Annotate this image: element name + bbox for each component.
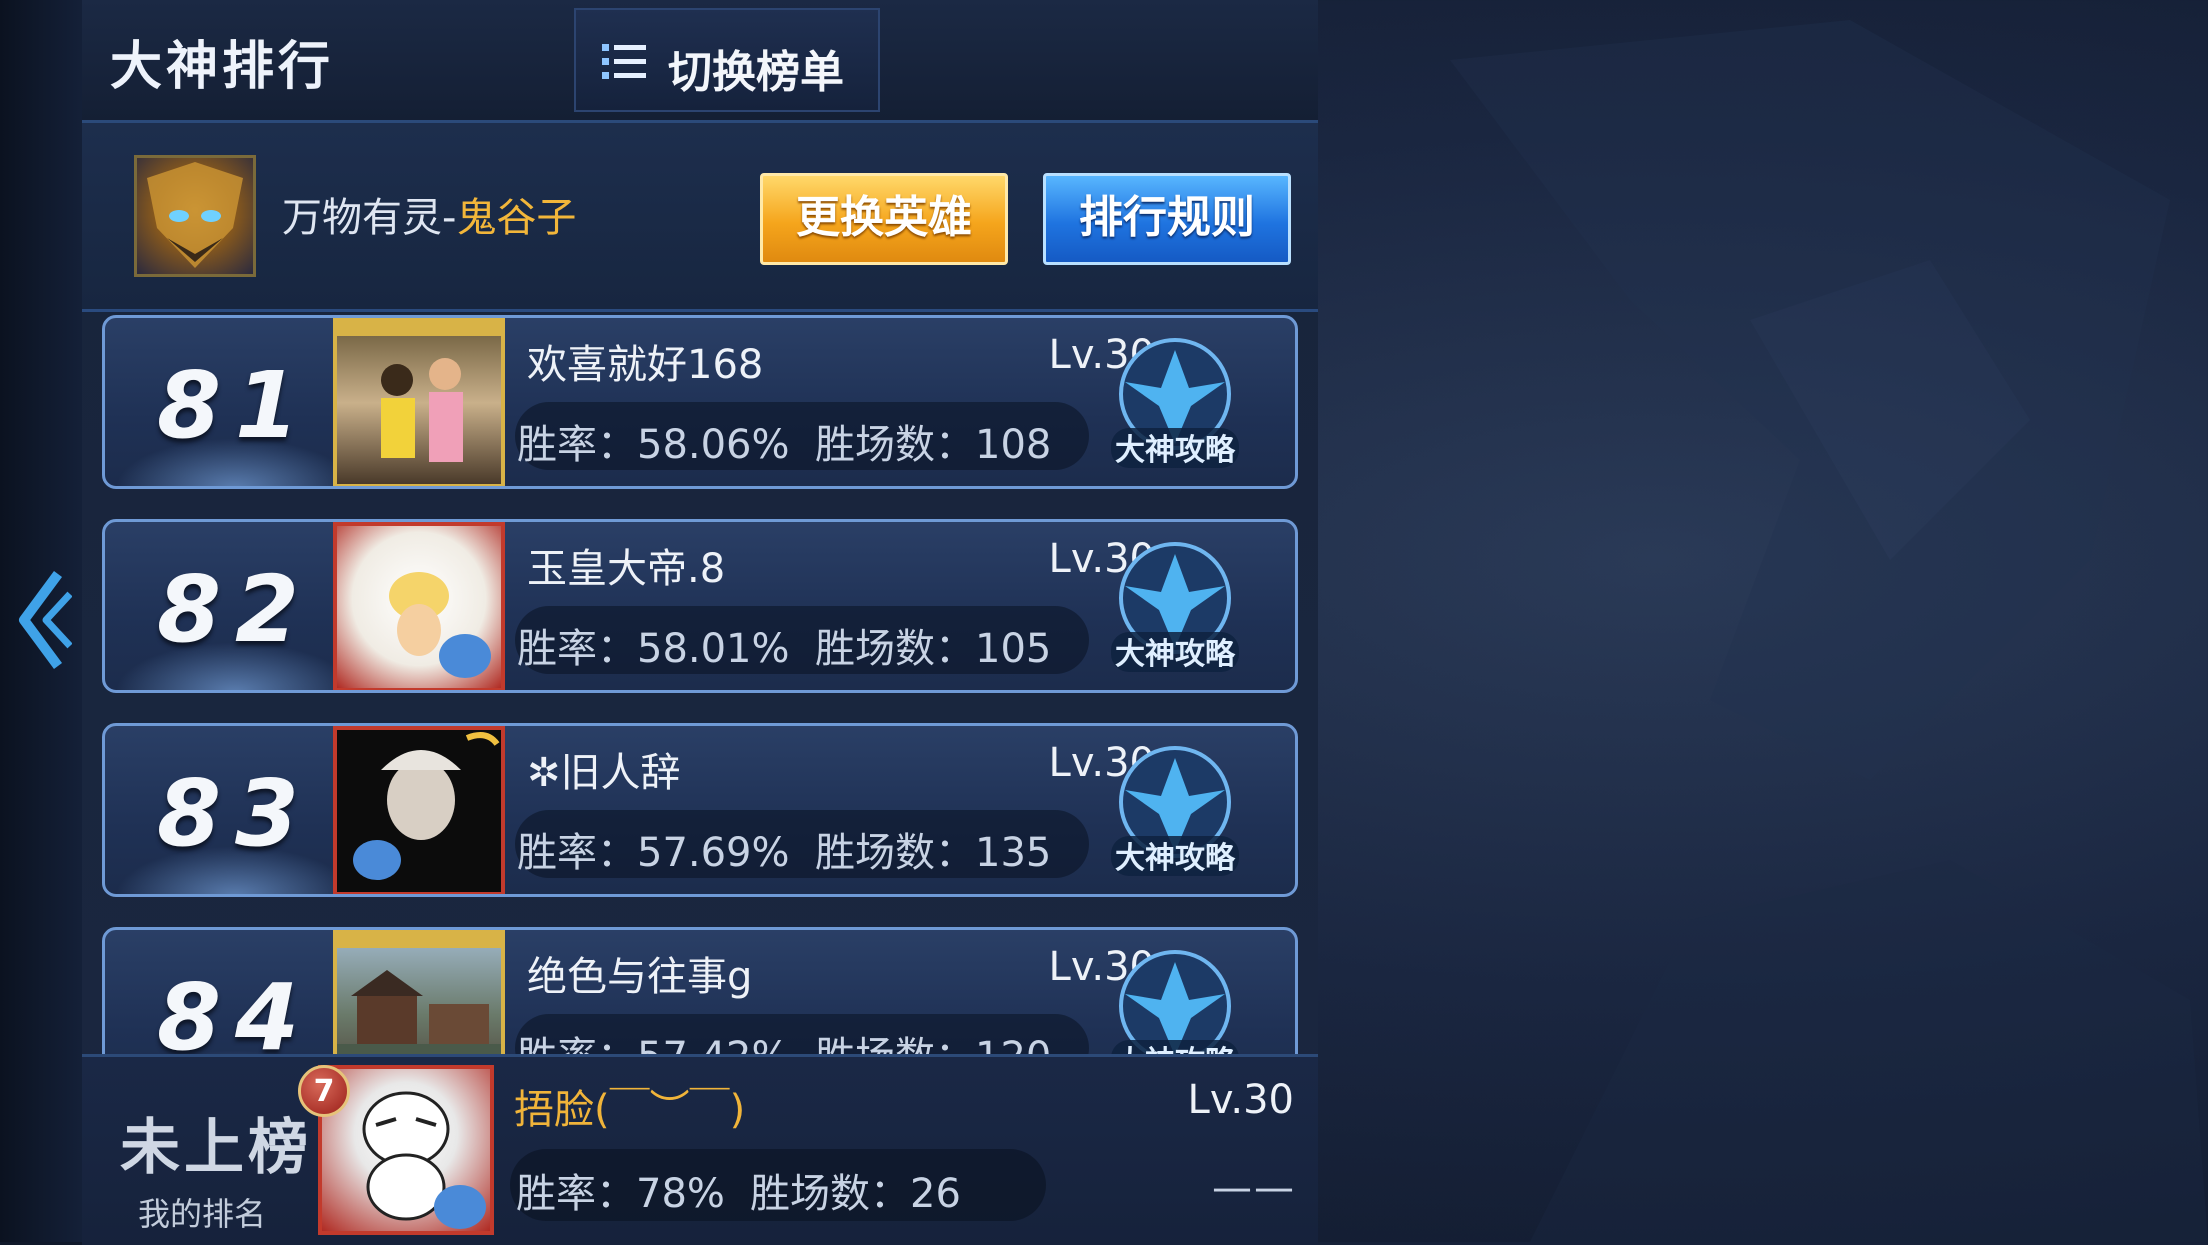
switch-list-label: 切换榜单 bbox=[668, 47, 844, 98]
rank-number: 83 bbox=[156, 760, 314, 867]
player-name: 玉皇大帝.8 bbox=[527, 546, 726, 592]
win-rate: 胜率：58.06% bbox=[517, 422, 790, 468]
my-win-rate: 胜率：78% bbox=[516, 1171, 725, 1217]
win-count: 胜场数：120 bbox=[815, 1024, 1051, 1054]
left-navigation-strip bbox=[0, 0, 84, 1242]
player-photo-icon bbox=[337, 730, 501, 892]
win-rate: 胜率：57.42% bbox=[517, 1024, 790, 1054]
hero-name-prefix: 万物有灵- bbox=[282, 195, 457, 241]
god-guide-button[interactable]: 大神攻略 bbox=[1105, 948, 1245, 1054]
change-hero-button[interactable]: 更换英雄 bbox=[760, 173, 1008, 265]
win-rate: 胜率：57.69% bbox=[517, 830, 790, 876]
vip-level-badge: 7 bbox=[298, 1065, 350, 1117]
player-name: 欢喜就好168 bbox=[527, 342, 764, 388]
win-count: 胜场数：108 bbox=[815, 422, 1052, 468]
selected-hero-bar: 万物有灵-鬼谷子 更换英雄 排行规则 bbox=[82, 123, 1318, 312]
my-win-count: 胜场数：26 bbox=[750, 1171, 961, 1217]
hero-name-highlight: 鬼谷子 bbox=[456, 195, 577, 241]
list-icon bbox=[602, 44, 646, 79]
hero-portrait-icon bbox=[147, 162, 243, 268]
win-count: 胜场数：105 bbox=[815, 626, 1052, 672]
player-avatar[interactable] bbox=[333, 318, 505, 486]
hero-name: 万物有灵-鬼谷子 bbox=[282, 185, 576, 243]
god-guide-label: 大神攻略 bbox=[1115, 637, 1236, 672]
god-guide-label: 大神攻略 bbox=[1115, 841, 1236, 876]
player-avatar[interactable] bbox=[333, 726, 505, 894]
my-player-stats: 胜率：78% 胜场数：26 bbox=[510, 1149, 1046, 1221]
god-guide-button[interactable]: 大神攻略 bbox=[1105, 744, 1245, 884]
player-photo-icon bbox=[389, 572, 491, 678]
my-rank-label: 我的排名 bbox=[138, 1195, 267, 1233]
ranking-row[interactable]: 81 欢喜就好168 Lv.30 胜率：58.06% 胜场数：108 大神攻略 bbox=[102, 315, 1298, 489]
player-stats: 胜率：58.01% 胜场数：105 bbox=[515, 606, 1089, 674]
my-player-name: 捂脸(￣︶￣) bbox=[514, 1087, 746, 1133]
rank-number: 82 bbox=[156, 556, 314, 663]
ranking-list[interactable]: 81 欢喜就好168 Lv.30 胜率：58.06% 胜场数：108 大神攻略 … bbox=[82, 309, 1318, 1054]
player-avatar[interactable] bbox=[333, 522, 505, 690]
my-rank-value: —— bbox=[1212, 1165, 1296, 1211]
hero-avatar[interactable] bbox=[134, 155, 256, 277]
win-rate: 胜率：58.01% bbox=[517, 626, 790, 672]
page-title: 大神排行 bbox=[110, 37, 335, 97]
my-rank-status: 未上榜 bbox=[120, 1113, 312, 1183]
player-stats: 胜率：58.06% 胜场数：108 bbox=[515, 402, 1089, 470]
ranking-row[interactable]: 83 ✲旧人辞 Lv.30 胜率：57.69% 胜场数：135 大神攻略 bbox=[102, 723, 1298, 897]
win-count: 胜场数：135 bbox=[815, 830, 1052, 876]
my-ranking-bar: 未上榜 我的排名 7 捂脸(￣︶￣) Lv.30 胜率：78% 胜场数：26 —… bbox=[82, 1054, 1318, 1245]
player-stats: 胜率：57.42% 胜场数：120 bbox=[515, 1014, 1089, 1054]
player-stats: 胜率：57.69% 胜场数：135 bbox=[515, 810, 1089, 878]
my-player-level: Lv.30 bbox=[1187, 1077, 1294, 1123]
rank-number: 81 bbox=[156, 352, 314, 459]
back-chevron-icon[interactable] bbox=[12, 560, 72, 680]
player-name: 绝色与往事g bbox=[527, 954, 753, 1000]
god-guide-button[interactable]: 大神攻略 bbox=[1105, 336, 1245, 476]
background-emblem bbox=[1450, 20, 2208, 1242]
ranking-row[interactable]: 82 玉皇大帝.8 Lv.30 胜率：58.01% 胜场数：105 大神攻略 bbox=[102, 519, 1298, 693]
player-photo-icon bbox=[337, 934, 501, 1054]
player-photo-icon bbox=[337, 322, 501, 462]
top-bar: 大神排行 切换榜单 bbox=[82, 0, 1318, 123]
ranking-rules-button[interactable]: 排行规则 bbox=[1043, 173, 1291, 265]
ranking-row[interactable]: 84 绝色与往事g Lv.30 胜率：57.42% 胜场数：120 bbox=[102, 927, 1298, 1054]
switch-list-button[interactable]: 切换榜单 bbox=[574, 8, 880, 112]
god-guide-label: 大神攻略 bbox=[1115, 1045, 1236, 1054]
player-name: ✲旧人辞 bbox=[527, 750, 681, 796]
ranking-panel: 大神排行 切换榜单 万物有灵-鬼谷子 更换英雄 排行规则 81 欢喜就好168 … bbox=[82, 0, 1318, 1245]
rank-number: 84 bbox=[156, 964, 314, 1054]
god-guide-label: 大神攻略 bbox=[1115, 433, 1236, 468]
player-avatar[interactable] bbox=[333, 930, 505, 1054]
god-guide-button[interactable]: 大神攻略 bbox=[1105, 540, 1245, 680]
